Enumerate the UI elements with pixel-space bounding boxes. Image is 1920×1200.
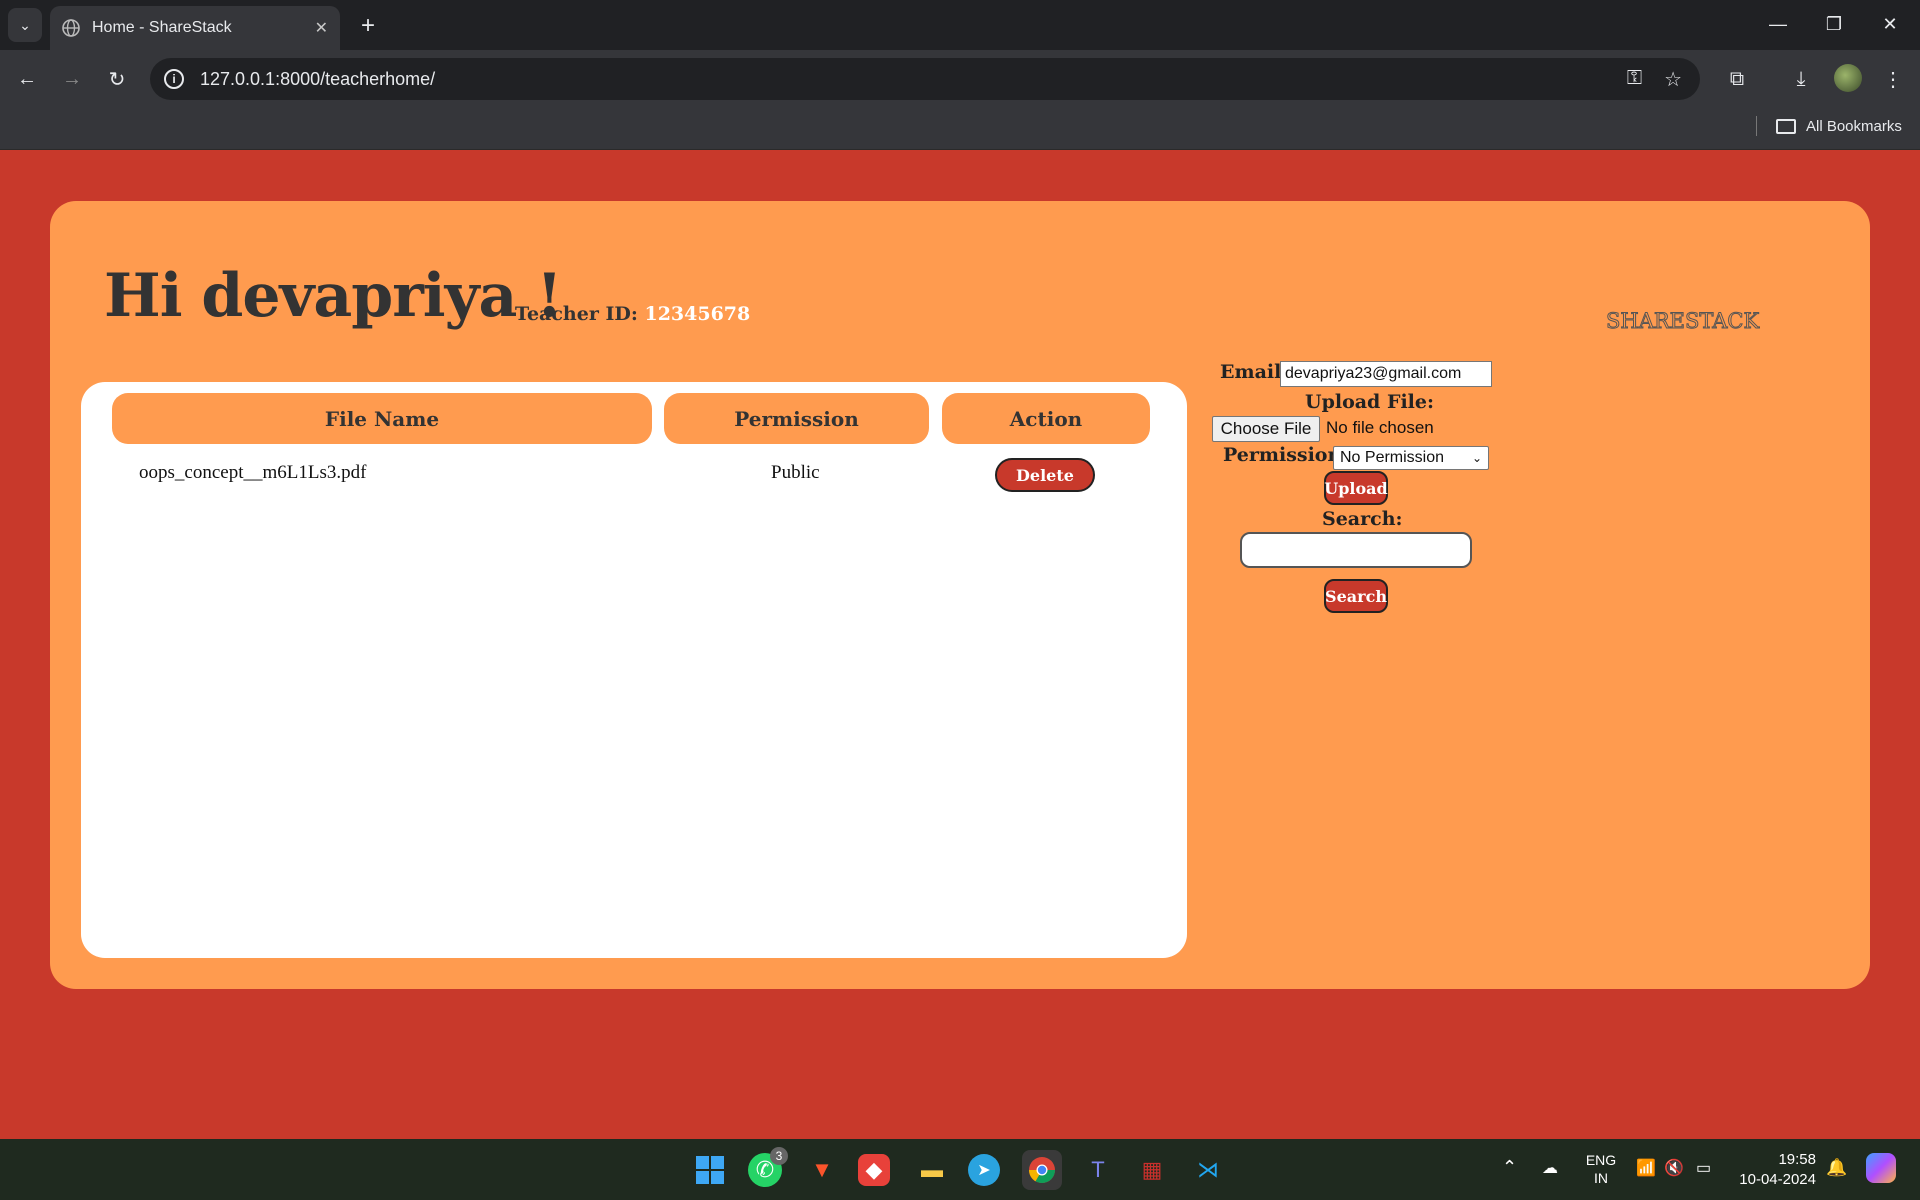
files-table: File Name Permission Action oops_concept… [81,382,1187,958]
winrar-icon[interactable]: ▦ [1132,1150,1172,1190]
notification-bell-icon[interactable]: 🔔 [1826,1158,1847,1178]
teacher-id-value: 12345678 [644,303,751,325]
browser-tab-active[interactable]: Home - ShareStack ✕ [50,6,340,50]
permission-select[interactable]: No Permission ⌄ [1333,446,1489,470]
column-header-permission: Permission [664,393,929,444]
clock-date: 10-04-2024 [1739,1171,1816,1188]
teams-icon[interactable]: T [1078,1150,1118,1190]
choose-file-button[interactable]: Choose File [1212,416,1320,442]
windows-logo-icon [696,1156,724,1184]
language-text: ENG [1585,1152,1617,1168]
reload-icon[interactable]: ↻ [100,62,134,96]
chevron-down-icon: ⌄ [1471,451,1482,465]
column-header-action: Action [942,393,1150,444]
site-info-icon[interactable]: i [164,69,184,89]
search-button[interactable]: Search [1324,579,1388,613]
globe-icon [62,19,80,37]
address-bar[interactable]: i 127.0.0.1:8000/teacherhome/ ⚿ ☆ [150,58,1700,100]
forward-arrow-icon[interactable]: → [55,62,89,96]
clock-time: 19:58 [1778,1151,1816,1168]
permission-label: Permission: [1223,444,1349,466]
all-bookmarks-label: All Bookmarks [1806,117,1902,135]
greeting-heading: Hi devapriya ! [104,261,563,331]
teacher-id: Teacher ID: 12345678 [515,303,750,325]
windows-taskbar [0,1139,1920,1200]
profile-avatar[interactable] [1834,64,1862,92]
system-clock[interactable]: 19:58 10-04-2024 [1732,1150,1816,1190]
tab-title: Home - ShareStack [92,19,232,36]
region-text: IN [1594,1170,1608,1186]
chrome-icon[interactable] [1022,1150,1062,1190]
window-close-icon[interactable]: ✕ [1870,8,1910,40]
windows-start-icon[interactable] [690,1150,730,1190]
bookmark-star-icon[interactable]: ☆ [1664,67,1682,92]
no-file-text: No file chosen [1326,418,1434,437]
column-header-file-name: File Name [112,393,652,444]
back-arrow-icon[interactable]: ← [10,62,44,96]
page-background: Hi devapriya ! Teacher ID: 12345678 SHAR… [0,151,1920,1139]
password-key-icon[interactable]: ⚿ [1627,67,1642,92]
upload-file-label: Upload File: [1305,391,1434,413]
upload-button[interactable]: Upload [1324,471,1388,505]
minimize-icon[interactable]: — [1758,8,1798,40]
tab-search-chevron-icon[interactable]: ⌄ [8,8,42,42]
all-bookmarks-button[interactable]: All Bookmarks [1776,114,1902,138]
bookmarks-divider [1756,116,1757,136]
wifi-icon[interactable]: 📶 [1636,1158,1656,1178]
language-indicator[interactable]: ENG IN [1584,1151,1618,1187]
vscode-icon[interactable]: ⋊ [1188,1150,1228,1190]
teacher-id-label: Teacher ID: [515,303,638,325]
bookmarks-bar [0,108,1920,150]
permission-selected-value: No Permission [1340,449,1445,466]
chrome-logo-icon [1028,1157,1056,1184]
new-tab-plus-icon[interactable]: + [352,10,384,42]
extensions-puzzle-icon[interactable]: ⧉ [1720,62,1754,96]
file-name-cell: oops_concept__m6L1Ls3.pdf [139,462,367,483]
email-field[interactable] [1280,361,1492,387]
telegram-icon[interactable]: ➤ [968,1154,1000,1186]
folder-icon [1776,118,1796,134]
more-menu-icon[interactable]: ⋮ [1876,62,1910,96]
whatsapp-badge: 3 [770,1147,788,1165]
search-label: Search: [1322,508,1403,530]
battery-icon[interactable]: ▭ [1696,1158,1711,1178]
download-icon[interactable]: ⤓ [1784,62,1818,96]
anydesk-icon[interactable]: ◆ [858,1154,890,1186]
tray-chevron-up-icon[interactable]: ⌃ [1502,1157,1517,1178]
onedrive-offline-icon[interactable]: ☁ [1542,1158,1558,1178]
brand-logo: SHARESTACK [1605,309,1760,334]
volume-muted-icon[interactable]: 🔇 [1664,1158,1684,1178]
email-label: Email: [1220,361,1289,383]
delete-button[interactable]: Delete [995,458,1095,492]
main-panel: Hi devapriya ! Teacher ID: 12345678 SHAR… [50,201,1870,989]
url-text: 127.0.0.1:8000/teacherhome/ [200,68,436,89]
tab-close-icon[interactable]: ✕ [315,18,328,38]
search-input[interactable] [1240,532,1472,568]
copilot-icon[interactable] [1866,1153,1896,1183]
restore-icon[interactable]: ❐ [1814,8,1854,40]
brave-icon[interactable]: ▼ [802,1150,842,1190]
file-explorer-icon[interactable]: ▬ [912,1150,952,1190]
permission-cell: Public [771,462,820,483]
